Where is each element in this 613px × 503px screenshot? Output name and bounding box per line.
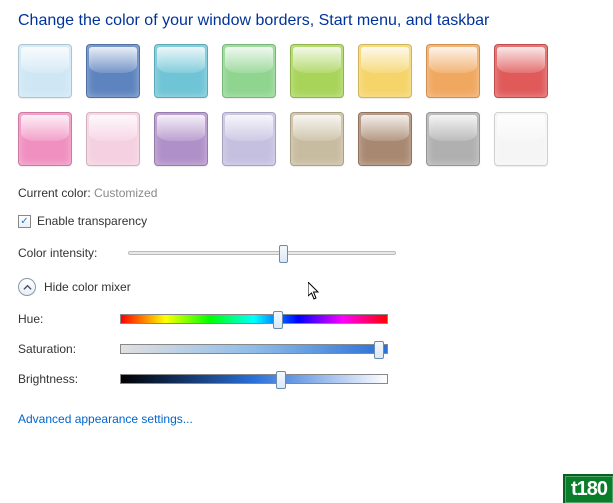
saturation-row: Saturation:: [18, 342, 595, 356]
hue-row: Hue:: [18, 312, 595, 326]
color-swatch-leaf[interactable]: [222, 44, 276, 98]
enable-transparency-checkbox[interactable]: ✓: [18, 215, 31, 228]
hue-thumb[interactable]: [273, 311, 283, 329]
color-swatch-taupe[interactable]: [290, 112, 344, 166]
brightness-label: Brightness:: [18, 372, 120, 386]
color-mixer-toggle[interactable]: Hide color mixer: [18, 278, 595, 296]
enable-transparency-row[interactable]: ✓ Enable transparency: [18, 214, 595, 228]
color-swatch-frost[interactable]: [494, 112, 548, 166]
page-title: Change the color of your window borders,…: [18, 12, 595, 30]
enable-transparency-label: Enable transparency: [37, 214, 147, 228]
color-mixer-toggle-label: Hide color mixer: [44, 280, 131, 294]
color-swatch-sea[interactable]: [154, 44, 208, 98]
saturation-thumb[interactable]: [374, 341, 384, 359]
color-swatch-lime[interactable]: [290, 44, 344, 98]
color-intensity-thumb[interactable]: [279, 245, 288, 263]
color-intensity-label: Color intensity:: [18, 246, 120, 260]
hue-label: Hue:: [18, 312, 120, 326]
chevron-up-icon: [18, 278, 36, 296]
saturation-slider[interactable]: [120, 344, 388, 354]
color-swatch-blush[interactable]: [86, 112, 140, 166]
brightness-row: Brightness:: [18, 372, 595, 386]
saturation-label: Saturation:: [18, 342, 120, 356]
color-swatch-ruby[interactable]: [494, 44, 548, 98]
advanced-appearance-link[interactable]: Advanced appearance settings...: [18, 412, 193, 426]
watermark-badge: t180: [563, 474, 613, 503]
current-color-value: Customized: [94, 186, 157, 200]
hue-slider[interactable]: [120, 314, 388, 324]
color-swatch-pumpkin[interactable]: [426, 44, 480, 98]
color-intensity-slider[interactable]: [128, 251, 396, 255]
color-swatch-twilight[interactable]: [86, 44, 140, 98]
color-swatch-fuchsia[interactable]: [18, 112, 72, 166]
color-swatch-grid: [18, 44, 578, 166]
current-color-label: Current color:: [18, 186, 91, 200]
color-swatch-slate[interactable]: [426, 112, 480, 166]
brightness-thumb[interactable]: [276, 371, 286, 389]
current-color-row: Current color: Customized: [18, 186, 595, 200]
color-intensity-row: Color intensity:: [18, 246, 595, 260]
color-swatch-chocolate[interactable]: [358, 112, 412, 166]
color-swatch-lavender[interactable]: [222, 112, 276, 166]
color-swatch-sky[interactable]: [18, 44, 72, 98]
brightness-slider[interactable]: [120, 374, 388, 384]
color-swatch-sun[interactable]: [358, 44, 412, 98]
color-swatch-violet[interactable]: [154, 112, 208, 166]
